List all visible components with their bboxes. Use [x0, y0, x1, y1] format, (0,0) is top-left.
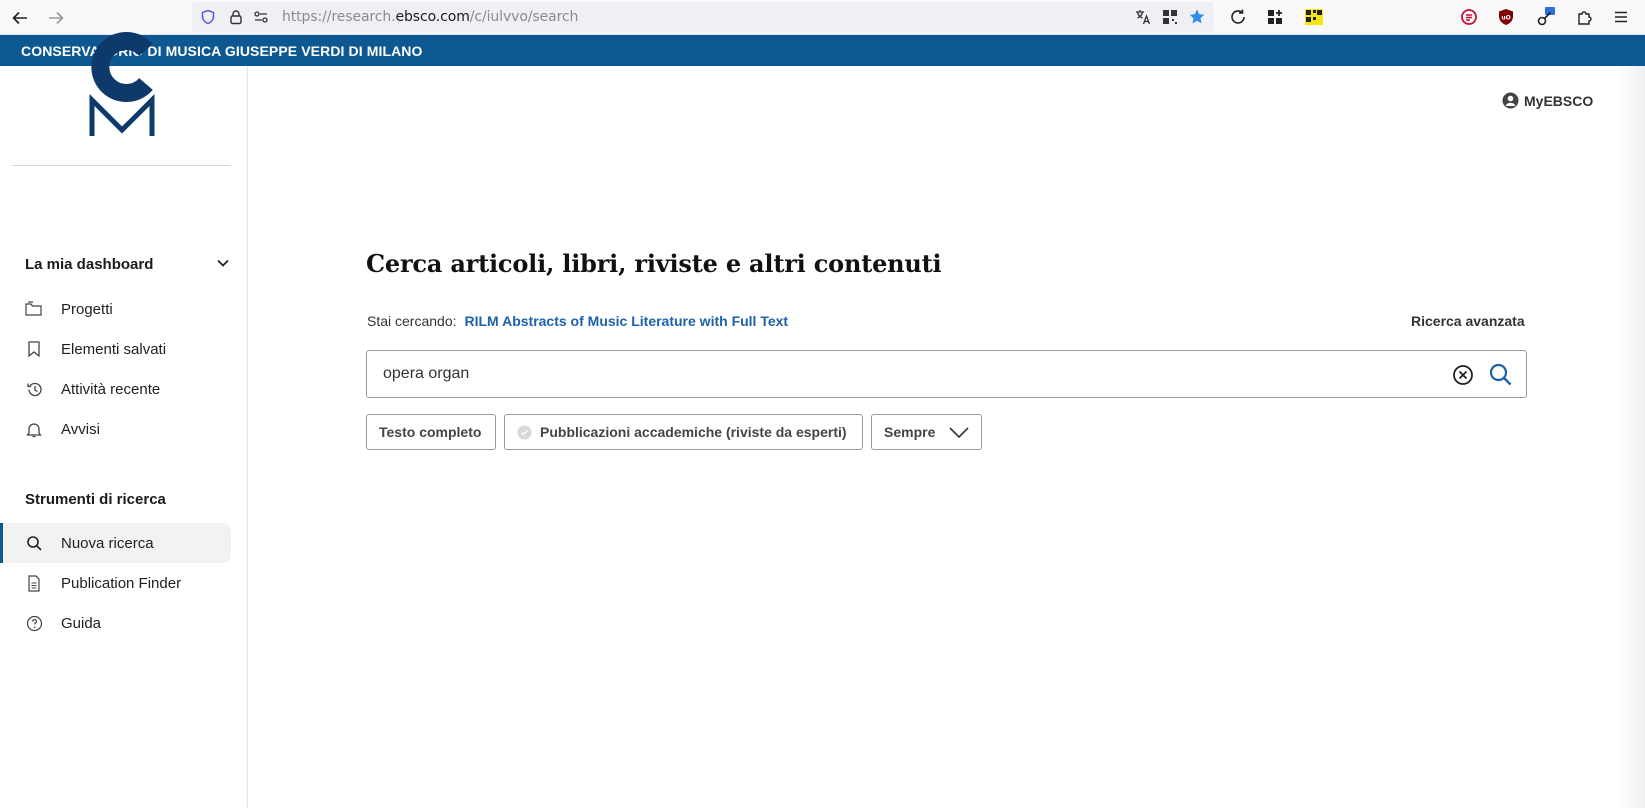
- lock-icon[interactable]: [224, 5, 248, 29]
- translate-icon[interactable]: [1131, 5, 1155, 29]
- search-icon: [25, 534, 43, 552]
- chevron-down-icon[interactable]: [214, 254, 232, 272]
- bookmark-icon: [25, 340, 43, 358]
- folder-icon: [25, 300, 43, 318]
- peer-reviewed-filter-button[interactable]: Pubblicazioni accademiche (riviste da es…: [504, 414, 863, 450]
- date-range-label: Sempre: [884, 424, 936, 440]
- page-edge-shadow: [1618, 66, 1645, 808]
- search-tools-heading: Strumenti di ricerca: [25, 491, 166, 508]
- sidebar-item-saved[interactable]: Elementi salvati: [0, 329, 231, 369]
- permissions-icon[interactable]: [249, 5, 273, 29]
- reload-icon[interactable]: [1226, 5, 1250, 29]
- forward-arrow-icon[interactable]: [44, 6, 68, 30]
- qr-code-icon[interactable]: [1158, 5, 1182, 29]
- search-submit-icon[interactable]: [1488, 362, 1513, 387]
- document-icon: [25, 574, 43, 592]
- shield-icon[interactable]: [196, 5, 220, 29]
- menu-hamburger-icon[interactable]: [1609, 5, 1633, 29]
- extension-red-icon[interactable]: [1457, 5, 1481, 29]
- qr-extension-icon[interactable]: [1302, 5, 1326, 29]
- back-arrow-icon[interactable]: [8, 6, 32, 30]
- date-range-dropdown[interactable]: Sempre: [871, 414, 982, 450]
- sidebar-item-publication-finder[interactable]: Publication Finder: [0, 563, 231, 603]
- sidebar-item-label: Avvisi: [61, 420, 100, 438]
- search-box: opera organ: [366, 350, 1527, 398]
- full-text-filter-button[interactable]: Testo completo: [366, 414, 496, 450]
- chevron-down-icon: [948, 423, 970, 443]
- sidebar-item-label: Attività recente: [61, 380, 161, 398]
- dashboard-heading[interactable]: La mia dashboard: [25, 256, 153, 273]
- puzzle-extensions-icon[interactable]: [1573, 5, 1597, 29]
- key-extension-icon[interactable]: [1534, 5, 1558, 29]
- clear-search-icon[interactable]: [1452, 364, 1474, 386]
- full-text-filter-label: Testo completo: [379, 424, 482, 440]
- advanced-search-link[interactable]: Ricerca avanzata: [1411, 313, 1525, 329]
- myebsco-label: MyEBSCO: [1524, 92, 1594, 109]
- sidebar-item-label: Nuova ricerca: [61, 534, 154, 552]
- sidebar-item-label: Progetti: [61, 300, 113, 318]
- sidebar-item-recent-activity[interactable]: Attività recente: [0, 369, 231, 409]
- extension-grid-icon[interactable]: [1263, 5, 1287, 29]
- sidebar-item-label: Publication Finder: [61, 574, 182, 592]
- peer-reviewed-filter-label: Pubblicazioni accademiche (riviste da es…: [540, 424, 847, 440]
- sidebar-item-help[interactable]: Guida: [0, 603, 231, 643]
- sidebar-item-projects[interactable]: Progetti: [0, 289, 231, 329]
- sidebar-divider: [12, 165, 231, 166]
- user-circle-icon: [1502, 92, 1519, 109]
- help-icon: [25, 614, 43, 632]
- institution-name: CONSERVATORIO DI MUSICA GIUSEPPE VERDI D…: [21, 42, 423, 59]
- svg-text:uO: uO: [1501, 15, 1510, 22]
- browser-toolbar: https://research.ebsco.com/c/iulvvo/sear…: [0, 0, 1645, 35]
- myebsco-account-button[interactable]: MyEBSCO: [1502, 92, 1593, 109]
- institution-banner: CONSERVATORIO DI MUSICA GIUSEPPE VERDI D…: [0, 35, 1645, 66]
- bell-icon: [25, 420, 43, 438]
- page-title: Cerca articoli, libri, riviste e altri c…: [366, 249, 942, 278]
- check-circle-icon: [517, 425, 532, 440]
- history-icon: [25, 380, 43, 398]
- sidebar-item-label: Guida: [61, 614, 102, 632]
- search-input[interactable]: opera organ: [383, 365, 469, 383]
- star-bookmark-icon[interactable]: [1185, 5, 1209, 29]
- sidebar-item-label: Elementi salvati: [61, 340, 167, 358]
- ublock-icon[interactable]: uO: [1494, 5, 1518, 29]
- url-bar[interactable]: https://research.ebsco.com/c/iulvvo/sear…: [192, 2, 1214, 32]
- searching-label: Stai cercando:: [367, 313, 457, 329]
- sidebar-item-alerts[interactable]: Avvisi: [0, 409, 231, 449]
- database-link[interactable]: RILM Abstracts of Music Literature with …: [465, 313, 789, 329]
- institution-logo[interactable]: [88, 28, 156, 138]
- sidebar-item-new-search[interactable]: Nuova ricerca: [0, 523, 231, 563]
- searching-database-line: Stai cercando: RILM Abstracts of Music L…: [367, 313, 788, 329]
- url-text: https://research.ebsco.com/c/iulvvo/sear…: [282, 9, 579, 25]
